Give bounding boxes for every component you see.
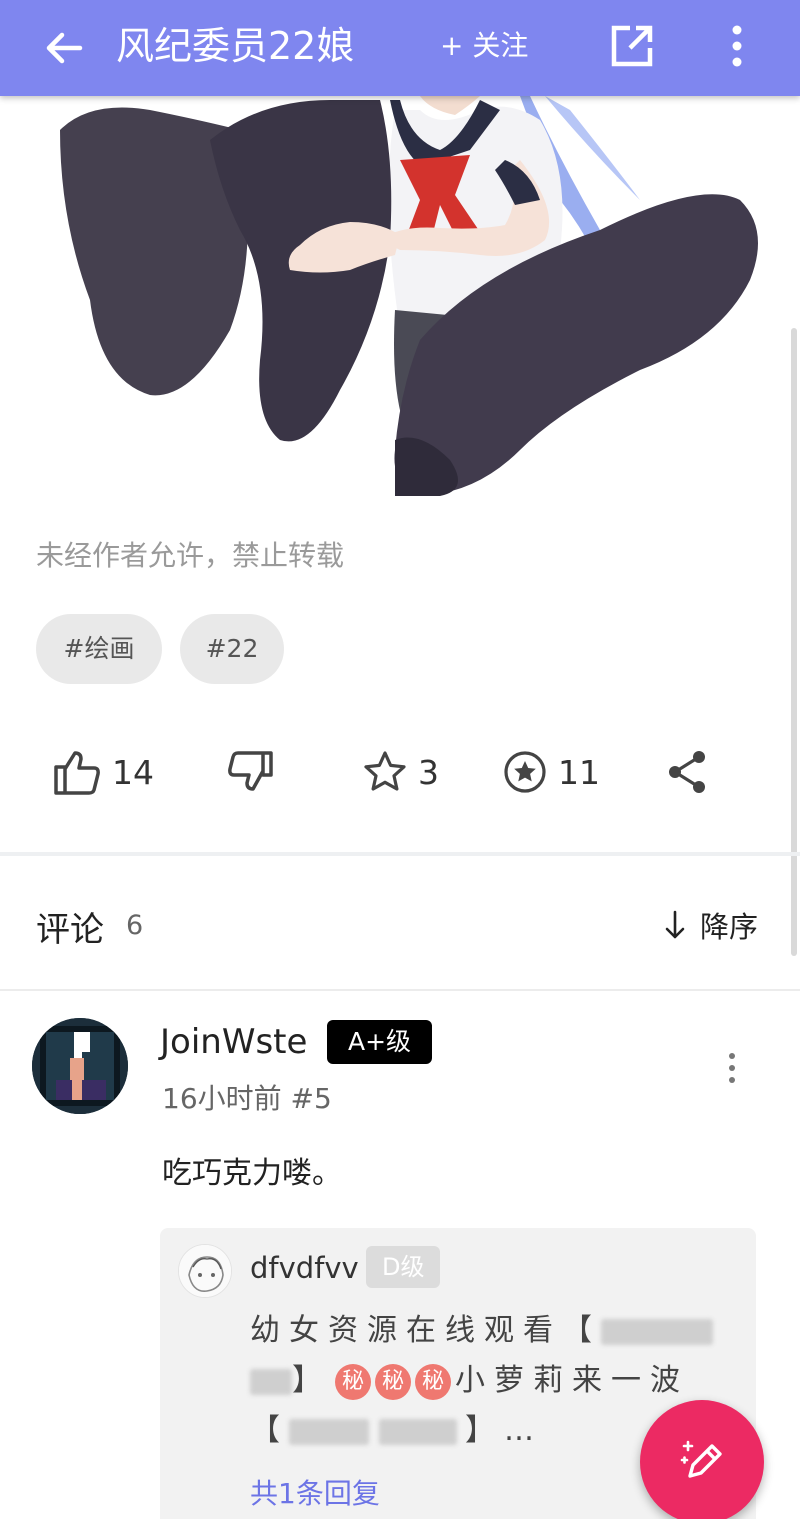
- divider: [0, 989, 800, 991]
- sort-button[interactable]: 降序: [664, 904, 758, 946]
- blurred-text: [250, 1368, 292, 1395]
- comments-count: 6: [126, 910, 144, 941]
- coin-button[interactable]: 11: [502, 744, 600, 800]
- page-title: 风纪委员22娘: [116, 24, 355, 68]
- thumb-up-icon: [54, 751, 100, 795]
- like-count: 14: [112, 752, 154, 792]
- reply-text: 】: [292, 1363, 331, 1398]
- reply-text-line: 】秘秘秘小萝莉来一波: [250, 1355, 689, 1400]
- post-illustration[interactable]: [0, 96, 800, 496]
- blurred-text: [379, 1418, 457, 1445]
- coin-count: 11: [558, 752, 600, 792]
- reply-text: 【: [250, 1413, 289, 1448]
- avatar[interactable]: [32, 1018, 128, 1114]
- share-icon: [669, 751, 705, 793]
- copyright-notice: 未经作者允许，禁止转载: [36, 539, 345, 572]
- secret-emoji-icon: 秘: [415, 1363, 451, 1400]
- section-divider: [0, 852, 800, 856]
- follow-button[interactable]: + 关注: [440, 26, 528, 66]
- reply-text: 幼女资源在线观看【: [250, 1313, 601, 1348]
- share-button[interactable]: [666, 744, 708, 800]
- arrow-down-icon: [665, 910, 685, 939]
- reply-text-line: 【 】…: [250, 1405, 543, 1449]
- compose-button[interactable]: [640, 1400, 764, 1519]
- reply-level-badge: D级: [366, 1246, 441, 1288]
- scrollbar[interactable]: [791, 328, 797, 956]
- favorite-count: 3: [418, 752, 439, 792]
- level-badge: A+级: [327, 1020, 433, 1064]
- comment-username[interactable]: JoinWste: [160, 1022, 307, 1062]
- more-vertical-icon[interactable]: [722, 1048, 742, 1088]
- comments-title: 评论: [36, 910, 104, 950]
- reply-text: 小萝莉来一波: [455, 1363, 689, 1398]
- arrow-left-icon[interactable]: [40, 24, 88, 72]
- star-icon: [364, 751, 406, 791]
- more-vertical-icon[interactable]: [722, 22, 752, 70]
- reply-username[interactable]: dfvdfvv: [250, 1251, 359, 1285]
- comment-text: 吃巧克力喽。: [162, 1156, 342, 1191]
- tag-chip[interactable]: #22: [180, 614, 284, 684]
- blurred-text: [601, 1318, 713, 1345]
- star-circle-icon: [504, 751, 546, 793]
- secret-emoji-icon: 秘: [375, 1363, 411, 1400]
- app-bar: 风纪委员22娘 + 关注: [0, 0, 800, 96]
- reply-text-line: 幼女资源在线观看【: [250, 1305, 713, 1349]
- reply-text: 】…: [465, 1413, 543, 1448]
- edit-pen-icon: [680, 1440, 722, 1478]
- view-replies-link[interactable]: 共1条回复: [250, 1472, 380, 1512]
- secret-emoji-icon: 秘: [335, 1363, 371, 1400]
- reply-avatar[interactable]: [178, 1244, 232, 1298]
- blurred-text: [289, 1418, 369, 1445]
- sort-label: 降序: [700, 910, 759, 944]
- open-in-new-icon[interactable]: [608, 22, 656, 70]
- thumb-down-icon: [228, 751, 273, 791]
- tag-chip[interactable]: #绘画: [36, 614, 162, 684]
- favorite-button[interactable]: 3: [362, 744, 439, 800]
- dislike-button[interactable]: [226, 744, 276, 800]
- like-button[interactable]: 14: [52, 744, 154, 800]
- comment-meta: 16小时前 #5: [162, 1082, 332, 1115]
